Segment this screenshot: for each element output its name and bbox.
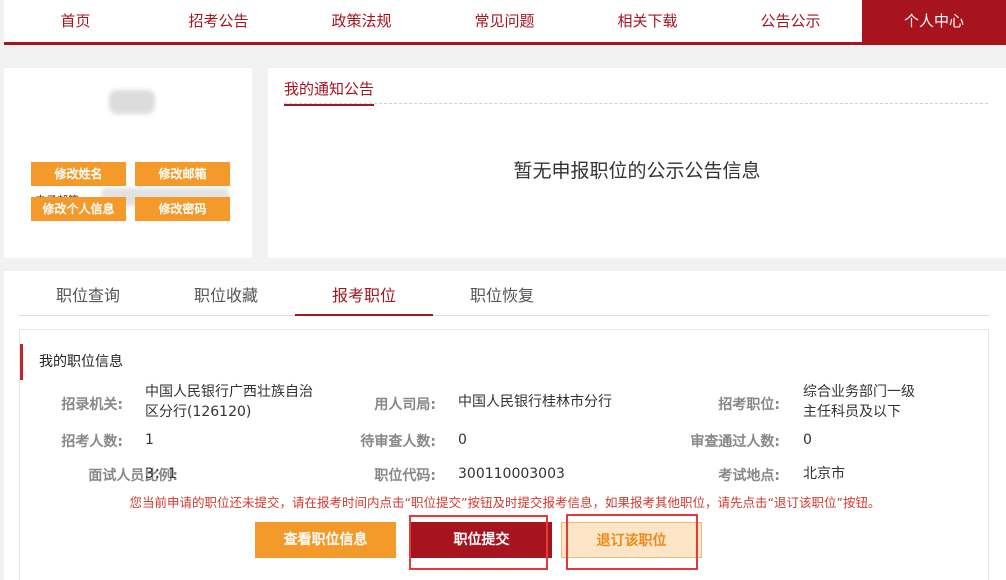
withdraw-highlight-box (566, 514, 698, 570)
position-code-value: 300110003003 (458, 466, 565, 482)
edit-password-button[interactable]: 修改密码 (135, 197, 230, 221)
recruiting-org-label: 招录机关: (61, 397, 123, 413)
unsubmitted-warning: 您当前申请的职位还未提交，请在报考时间内点击“职位提交”按钮及时提交报考信息，如… (129, 495, 881, 510)
job-label: 招考职位: (718, 397, 780, 413)
pending-review-value: 0 (458, 432, 467, 448)
recruiting-org-line1: 中国人民银行广西壮族自治 (145, 384, 313, 400)
nav-policies[interactable]: 政策法规 (290, 0, 433, 42)
tab-position-restore[interactable]: 职位恢复 (433, 271, 571, 316)
passed-review-label: 审查通过人数: (690, 434, 780, 450)
nav-public-notices[interactable]: 公告公示 (719, 0, 862, 42)
position-info-box: 我的职位信息 招录机关: 中国人民银行广西壮族自治 区分行(126120) 用人… (19, 329, 989, 580)
employer-label: 用人司局: (374, 397, 436, 413)
tab-applied-position[interactable]: 报考职位 (295, 271, 433, 316)
section-title: 我的职位信息 (20, 344, 123, 380)
position-code-label: 职位代码: (374, 468, 436, 484)
view-position-info-button[interactable]: 查看职位信息 (255, 522, 396, 558)
tab-position-favorites[interactable]: 职位收藏 (157, 271, 295, 316)
position-panel: 职位查询 职位收藏 报考职位 职位恢复 我的职位信息 招录机关: 中国人民银行广… (4, 271, 1006, 580)
tab-position-search[interactable]: 职位查询 (19, 271, 157, 316)
nav-downloads[interactable]: 相关下载 (576, 0, 719, 42)
interview-ratio-value: 3：1 (145, 466, 177, 482)
top-nav: 首页 招考公告 政策法规 常见问题 相关下载 公告公示 个人中心 (4, 0, 1006, 45)
headcount-value: 1 (145, 432, 154, 448)
recruiting-org-line2: 区分行(126120) (145, 404, 252, 420)
nav-recruitment-announcements[interactable]: 招考公告 (147, 0, 290, 42)
edit-name-button[interactable]: 修改姓名 (31, 162, 126, 186)
notice-empty-message: 暂无申报职位的公示公告信息 (513, 160, 761, 182)
nav-home[interactable]: 首页 (4, 0, 147, 42)
pending-review-label: 待审查人数: (360, 434, 436, 450)
profile-card: 电子邮箱： 修改姓名 修改邮箱 修改个人信息 修改密码 (4, 68, 252, 258)
employer-value: 中国人民银行桂林市分行 (458, 394, 612, 410)
tab-bar: 职位查询 职位收藏 报考职位 职位恢复 (19, 271, 989, 316)
exam-location-value: 北京市 (803, 466, 845, 482)
headcount-label: 招考人数: (61, 434, 123, 450)
passed-review-value: 0 (803, 432, 812, 448)
notice-divider (284, 103, 988, 104)
job-line1: 综合业务部门一级 (803, 384, 915, 400)
edit-personal-info-button[interactable]: 修改个人信息 (31, 197, 126, 221)
user-name-redacted (109, 90, 155, 114)
submit-highlight-box (409, 515, 548, 570)
nav-personal-center[interactable]: 个人中心 (862, 0, 1006, 42)
notice-panel: 我的通知公告 暂无申报职位的公示公告信息 (268, 68, 1006, 258)
exam-location-label: 考试地点: (718, 468, 780, 484)
job-line2: 主任科员及以下 (803, 404, 901, 420)
edit-email-button[interactable]: 修改邮箱 (135, 162, 230, 186)
notice-title: 我的通知公告 (284, 78, 375, 106)
nav-faq[interactable]: 常见问题 (433, 0, 576, 42)
